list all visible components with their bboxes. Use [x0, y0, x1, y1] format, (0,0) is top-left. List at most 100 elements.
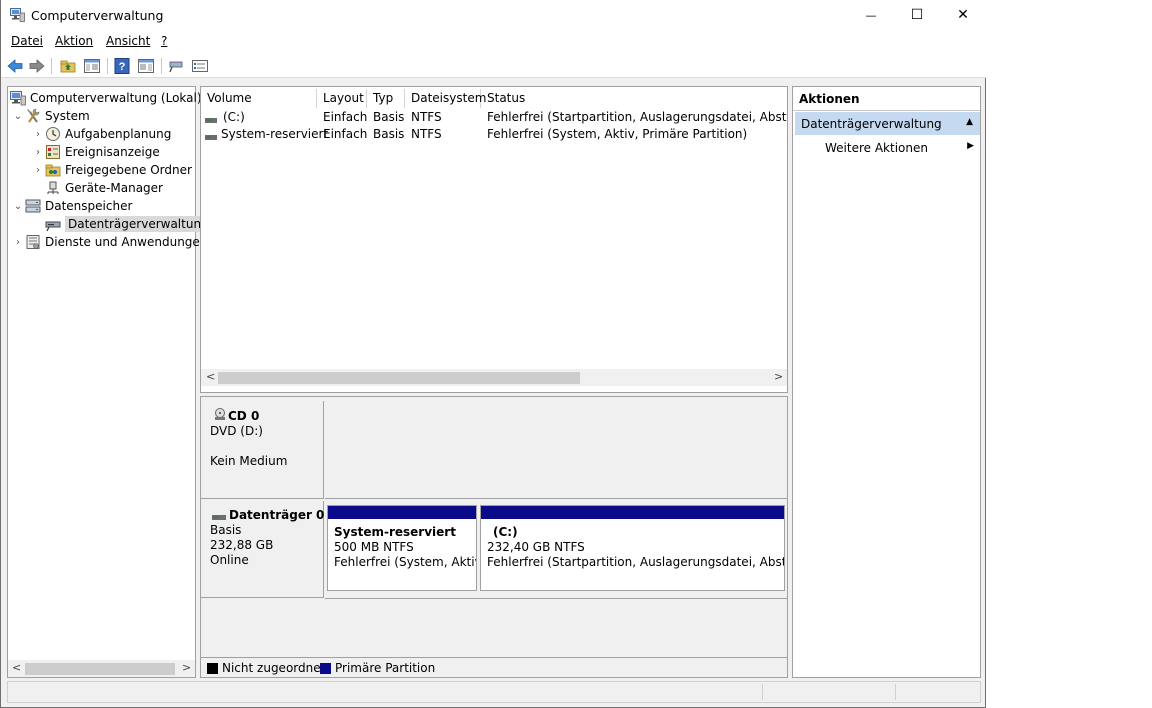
- column-header-status[interactable]: Status: [481, 89, 787, 108]
- disk0-info[interactable]: Datenträger 0 Basis 232,88 GB Online: [201, 501, 324, 598]
- scroll-left-icon[interactable]: <: [12, 661, 21, 674]
- disk0-name: Datenträger 0: [229, 508, 325, 522]
- minimize-icon: —: [865, 8, 877, 22]
- properties-list-icon: [192, 60, 208, 72]
- column-header-dateisystem[interactable]: Dateisystem: [405, 89, 486, 108]
- expand-chevron-icon[interactable]: ›: [31, 165, 45, 176]
- table-row[interactable]: System-reserviert Einfach Basis NTFS Feh…: [201, 126, 787, 143]
- partition-name: (C:): [493, 525, 518, 539]
- volume-list: Volume Layout Typ Dateisystem Status (C:…: [200, 86, 788, 393]
- show-hide-action-pane-button[interactable]: [137, 57, 155, 75]
- volume-name: (C:): [223, 110, 245, 124]
- action-label: Weitere Aktionen: [825, 141, 928, 155]
- volume-type: Basis: [373, 110, 405, 124]
- table-row[interactable]: (C:) Einfach Basis NTFS Fehlerfrei (Star…: [201, 109, 787, 126]
- tree-item-ereignisanzeige[interactable]: › Ereignisanzeige: [31, 143, 160, 161]
- volume-horizontal-scrollbar[interactable]: < >: [201, 369, 787, 386]
- scroll-left-icon[interactable]: <: [206, 370, 215, 383]
- volume-drive-icon: [205, 130, 217, 144]
- actions-section-label: Datenträgerverwaltung: [801, 117, 942, 131]
- actions-section-datentraegerverwaltung[interactable]: Datenträgerverwaltung ▲: [795, 112, 980, 135]
- properties-button[interactable]: [191, 57, 209, 75]
- menu-bar: Datei Aktion Ansicht ?: [1, 30, 986, 54]
- volume-filesystem: NTFS: [411, 127, 442, 141]
- menu-help[interactable]: ?: [161, 34, 167, 48]
- computer-management-icon: [10, 8, 25, 22]
- partition-size: 500 MB NTFS: [334, 540, 414, 554]
- expand-chevron-icon[interactable]: ⌄: [11, 201, 25, 212]
- expand-chevron-icon[interactable]: ›: [31, 147, 45, 158]
- volume-layout: Einfach: [323, 110, 368, 124]
- expand-chevron-icon[interactable]: ›: [11, 237, 25, 248]
- help-button[interactable]: ?: [113, 57, 131, 75]
- partition-status: Fehlerfrei (Startpartition, Auslagerungs…: [487, 555, 784, 569]
- partition-status: Fehlerfrei (System, Aktiv, P: [334, 555, 476, 569]
- close-button[interactable]: ✕: [940, 0, 986, 30]
- menu-datei[interactable]: Datei: [11, 34, 43, 48]
- forward-button[interactable]: [28, 57, 46, 75]
- legend-swatch-unallocated: [207, 663, 218, 674]
- action-panel-icon: [138, 59, 154, 73]
- connect-button[interactable]: [167, 57, 185, 75]
- clock-icon: [45, 126, 61, 142]
- tree-item-aufgabenplanung[interactable]: › Aufgabenplanung: [31, 125, 171, 143]
- tree-item-computer-management[interactable]: Computerverwaltung (Lokal): [10, 89, 202, 107]
- partition-type-bar: [481, 506, 784, 519]
- cd-drive-info[interactable]: CD 0 DVD (D:) Kein Medium: [201, 401, 324, 499]
- action-weitere-aktionen[interactable]: Weitere Aktionen ▶: [795, 139, 980, 157]
- up-level-button[interactable]: [59, 57, 77, 75]
- status-divider: [762, 684, 763, 700]
- column-header-typ[interactable]: Typ: [367, 89, 405, 108]
- menu-aktion[interactable]: Aktion: [55, 34, 93, 48]
- expand-chevron-icon[interactable]: ›: [31, 129, 45, 140]
- cd-drive-type: DVD (D:): [210, 424, 263, 438]
- tree-item-system[interactable]: ⌄ System: [11, 107, 90, 125]
- partition-system-reserved[interactable]: System-reserviert 500 MB NTFS Fehlerfrei…: [327, 505, 477, 591]
- minimize-button[interactable]: —: [848, 0, 894, 30]
- tree-item-geraete-manager[interactable]: Geräte-Manager: [45, 179, 163, 197]
- computer-management-icon: [10, 90, 26, 106]
- volume-filesystem: NTFS: [411, 110, 442, 124]
- shared-folder-icon: [45, 162, 61, 178]
- tree-item-datentraegerverwaltung[interactable]: Datenträgerverwaltung: [45, 215, 212, 233]
- maximize-icon: ☐: [910, 7, 924, 23]
- volume-drive-icon: [205, 113, 217, 127]
- column-header-volume[interactable]: Volume: [201, 89, 317, 108]
- legend-label: Nicht zugeordnet: [222, 661, 326, 675]
- actions-title: Aktionen: [799, 92, 860, 106]
- show-hide-tree-button[interactable]: [83, 57, 101, 75]
- tree-item-dienste-und-anwendungen[interactable]: › Dienste und Anwendungen: [11, 233, 207, 251]
- column-header-layout[interactable]: Layout: [317, 89, 367, 108]
- forward-arrow-icon: [29, 59, 45, 73]
- scroll-right-icon[interactable]: >: [182, 661, 191, 674]
- scroll-thumb[interactable]: [25, 663, 175, 675]
- back-arrow-icon: [7, 59, 23, 73]
- collapse-up-icon[interactable]: ▲: [966, 117, 973, 127]
- back-button[interactable]: [6, 57, 24, 75]
- scroll-right-icon[interactable]: >: [774, 370, 783, 383]
- disk-layout-view: CD 0 DVD (D:) Kein Medium Datenträger 0 …: [200, 396, 788, 678]
- tree-panel-icon: [84, 59, 100, 73]
- svg-text:?: ?: [119, 61, 126, 73]
- partition-c[interactable]: (C:) 232,40 GB NTFS Fehlerfrei (Startpar…: [480, 505, 785, 591]
- submenu-arrow-icon: ▶: [967, 141, 974, 151]
- cd-drive-empty-area: [325, 401, 787, 499]
- disk0-size: 232,88 GB: [210, 538, 274, 552]
- maximize-button[interactable]: ☐: [894, 0, 940, 30]
- legend-swatch-primary: [320, 663, 331, 674]
- actions-header: Aktionen: [793, 87, 980, 111]
- legend: Nicht zugeordnet Primäre Partition: [201, 657, 787, 677]
- tree-item-freigegebene-ordner[interactable]: › Freigegebene Ordner: [31, 161, 192, 179]
- main-window: Computerverwaltung — ☐ ✕ Datei Aktion An…: [0, 0, 986, 708]
- menu-ansicht[interactable]: Ansicht: [106, 34, 150, 48]
- cd-drive-icon: [213, 408, 227, 423]
- expand-chevron-icon[interactable]: ⌄: [11, 111, 25, 122]
- scroll-thumb[interactable]: [218, 372, 580, 384]
- tree-horizontal-scrollbar[interactable]: < >: [8, 660, 195, 677]
- tree-item-datenspeicher[interactable]: ⌄ Datenspeicher: [11, 197, 133, 215]
- volume-name: System-reserviert: [221, 127, 329, 141]
- legend-label: Primäre Partition: [335, 661, 436, 675]
- disk0-state: Online: [210, 553, 249, 567]
- actions-pane: Aktionen Datenträgerverwaltung ▲ Weitere…: [792, 86, 981, 678]
- tree-label: Dienste und Anwendungen: [45, 235, 208, 249]
